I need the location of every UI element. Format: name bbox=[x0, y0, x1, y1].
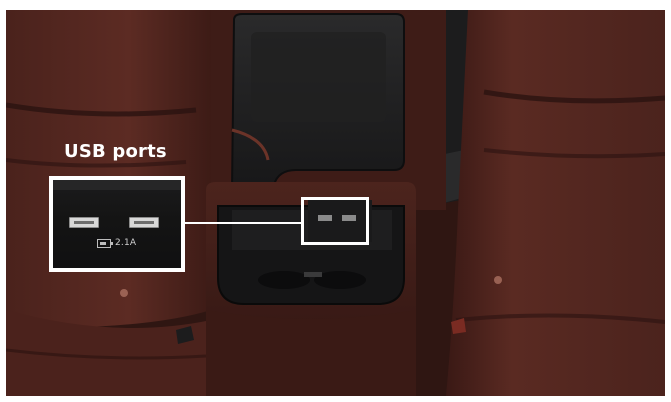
usb-ports-label: USB ports bbox=[64, 141, 167, 162]
battery-icon bbox=[97, 238, 113, 248]
charge-rating: 2.1A bbox=[97, 236, 136, 250]
usb-port-icon bbox=[69, 217, 99, 228]
inset-panel-edge bbox=[53, 180, 181, 190]
charge-rating-text: 2.1A bbox=[115, 238, 137, 248]
usb-ports-location-box bbox=[301, 197, 369, 245]
figure-frame: USB ports 2.1A bbox=[0, 0, 671, 402]
usb-port-icon bbox=[129, 217, 159, 228]
callout-connector-line bbox=[181, 222, 301, 224]
usb-ports-closeup: 2.1A bbox=[49, 176, 185, 272]
